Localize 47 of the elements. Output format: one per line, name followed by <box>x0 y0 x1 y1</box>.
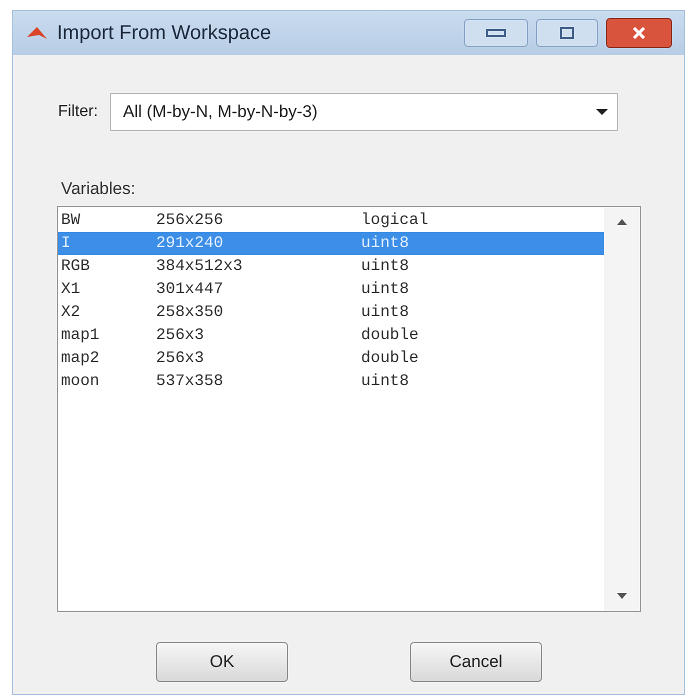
variable-row[interactable]: BW 256x256 logical <box>58 208 604 232</box>
variable-size: 258x350 <box>156 302 224 323</box>
close-button[interactable] <box>606 18 672 48</box>
variable-class: uint8 <box>361 371 410 392</box>
variable-name: X2 <box>61 302 82 323</box>
variable-row[interactable]: X2 258x350 uint8 <box>58 300 604 324</box>
scrollbar[interactable] <box>604 206 640 610</box>
variable-size: 291x240 <box>156 233 224 254</box>
variable-class: uint8 <box>361 279 410 300</box>
variable-size: 256x3 <box>156 325 206 346</box>
variable-row[interactable]: X1 301x447 uint8 <box>58 278 604 300</box>
variable-size: 537x358 <box>156 371 224 392</box>
variable-size: 384x512x3 <box>156 256 244 277</box>
close-icon <box>632 27 646 39</box>
variable-size: 301x447 <box>156 279 224 300</box>
variable-class: uint8 <box>361 233 410 254</box>
variable-class: double <box>361 325 419 346</box>
variable-name: BW <box>61 210 82 231</box>
variable-size: 256x256 <box>156 210 224 231</box>
variable-name: X1 <box>61 279 82 300</box>
variable-row[interactable]: map1 256x3 double <box>58 324 604 346</box>
variable-name: moon <box>61 371 100 392</box>
variable-name: map2 <box>61 348 100 369</box>
variable-class: uint8 <box>361 256 410 277</box>
dialog-button[interactable]: Cancel <box>410 642 542 682</box>
scroll-down-icon <box>617 592 627 598</box>
maximize-button[interactable] <box>536 19 598 47</box>
variable-row[interactable]: map2 256x3 double <box>58 346 604 370</box>
variables-label: Variables: <box>61 178 136 200</box>
variable-row[interactable]: RGB 384x512x3 uint8 <box>58 254 604 278</box>
filter-dropdown[interactable]: All (M-by-N, M-by-N-by-3) <box>110 93 618 131</box>
dialog-button[interactable]: OK <box>156 642 288 682</box>
minimize-icon <box>486 29 506 37</box>
window-title: Import From Workspace <box>57 21 272 46</box>
variable-class: uint8 <box>361 302 410 323</box>
variable-name: map1 <box>61 325 100 346</box>
variable-class: double <box>361 348 419 369</box>
variable-name: RGB <box>61 256 91 277</box>
variable-row[interactable]: moon 537x358 uint8 <box>58 370 604 392</box>
filter-label: Filter: <box>58 102 98 122</box>
variable-size: 256x3 <box>156 348 206 369</box>
dropdown-arrow-icon <box>595 108 609 116</box>
variable-class: logical <box>361 210 428 231</box>
variable-name: I <box>61 233 72 254</box>
scroll-up-icon <box>617 218 627 224</box>
maximize-icon <box>560 27 574 39</box>
minimize-button[interactable] <box>464 19 528 47</box>
